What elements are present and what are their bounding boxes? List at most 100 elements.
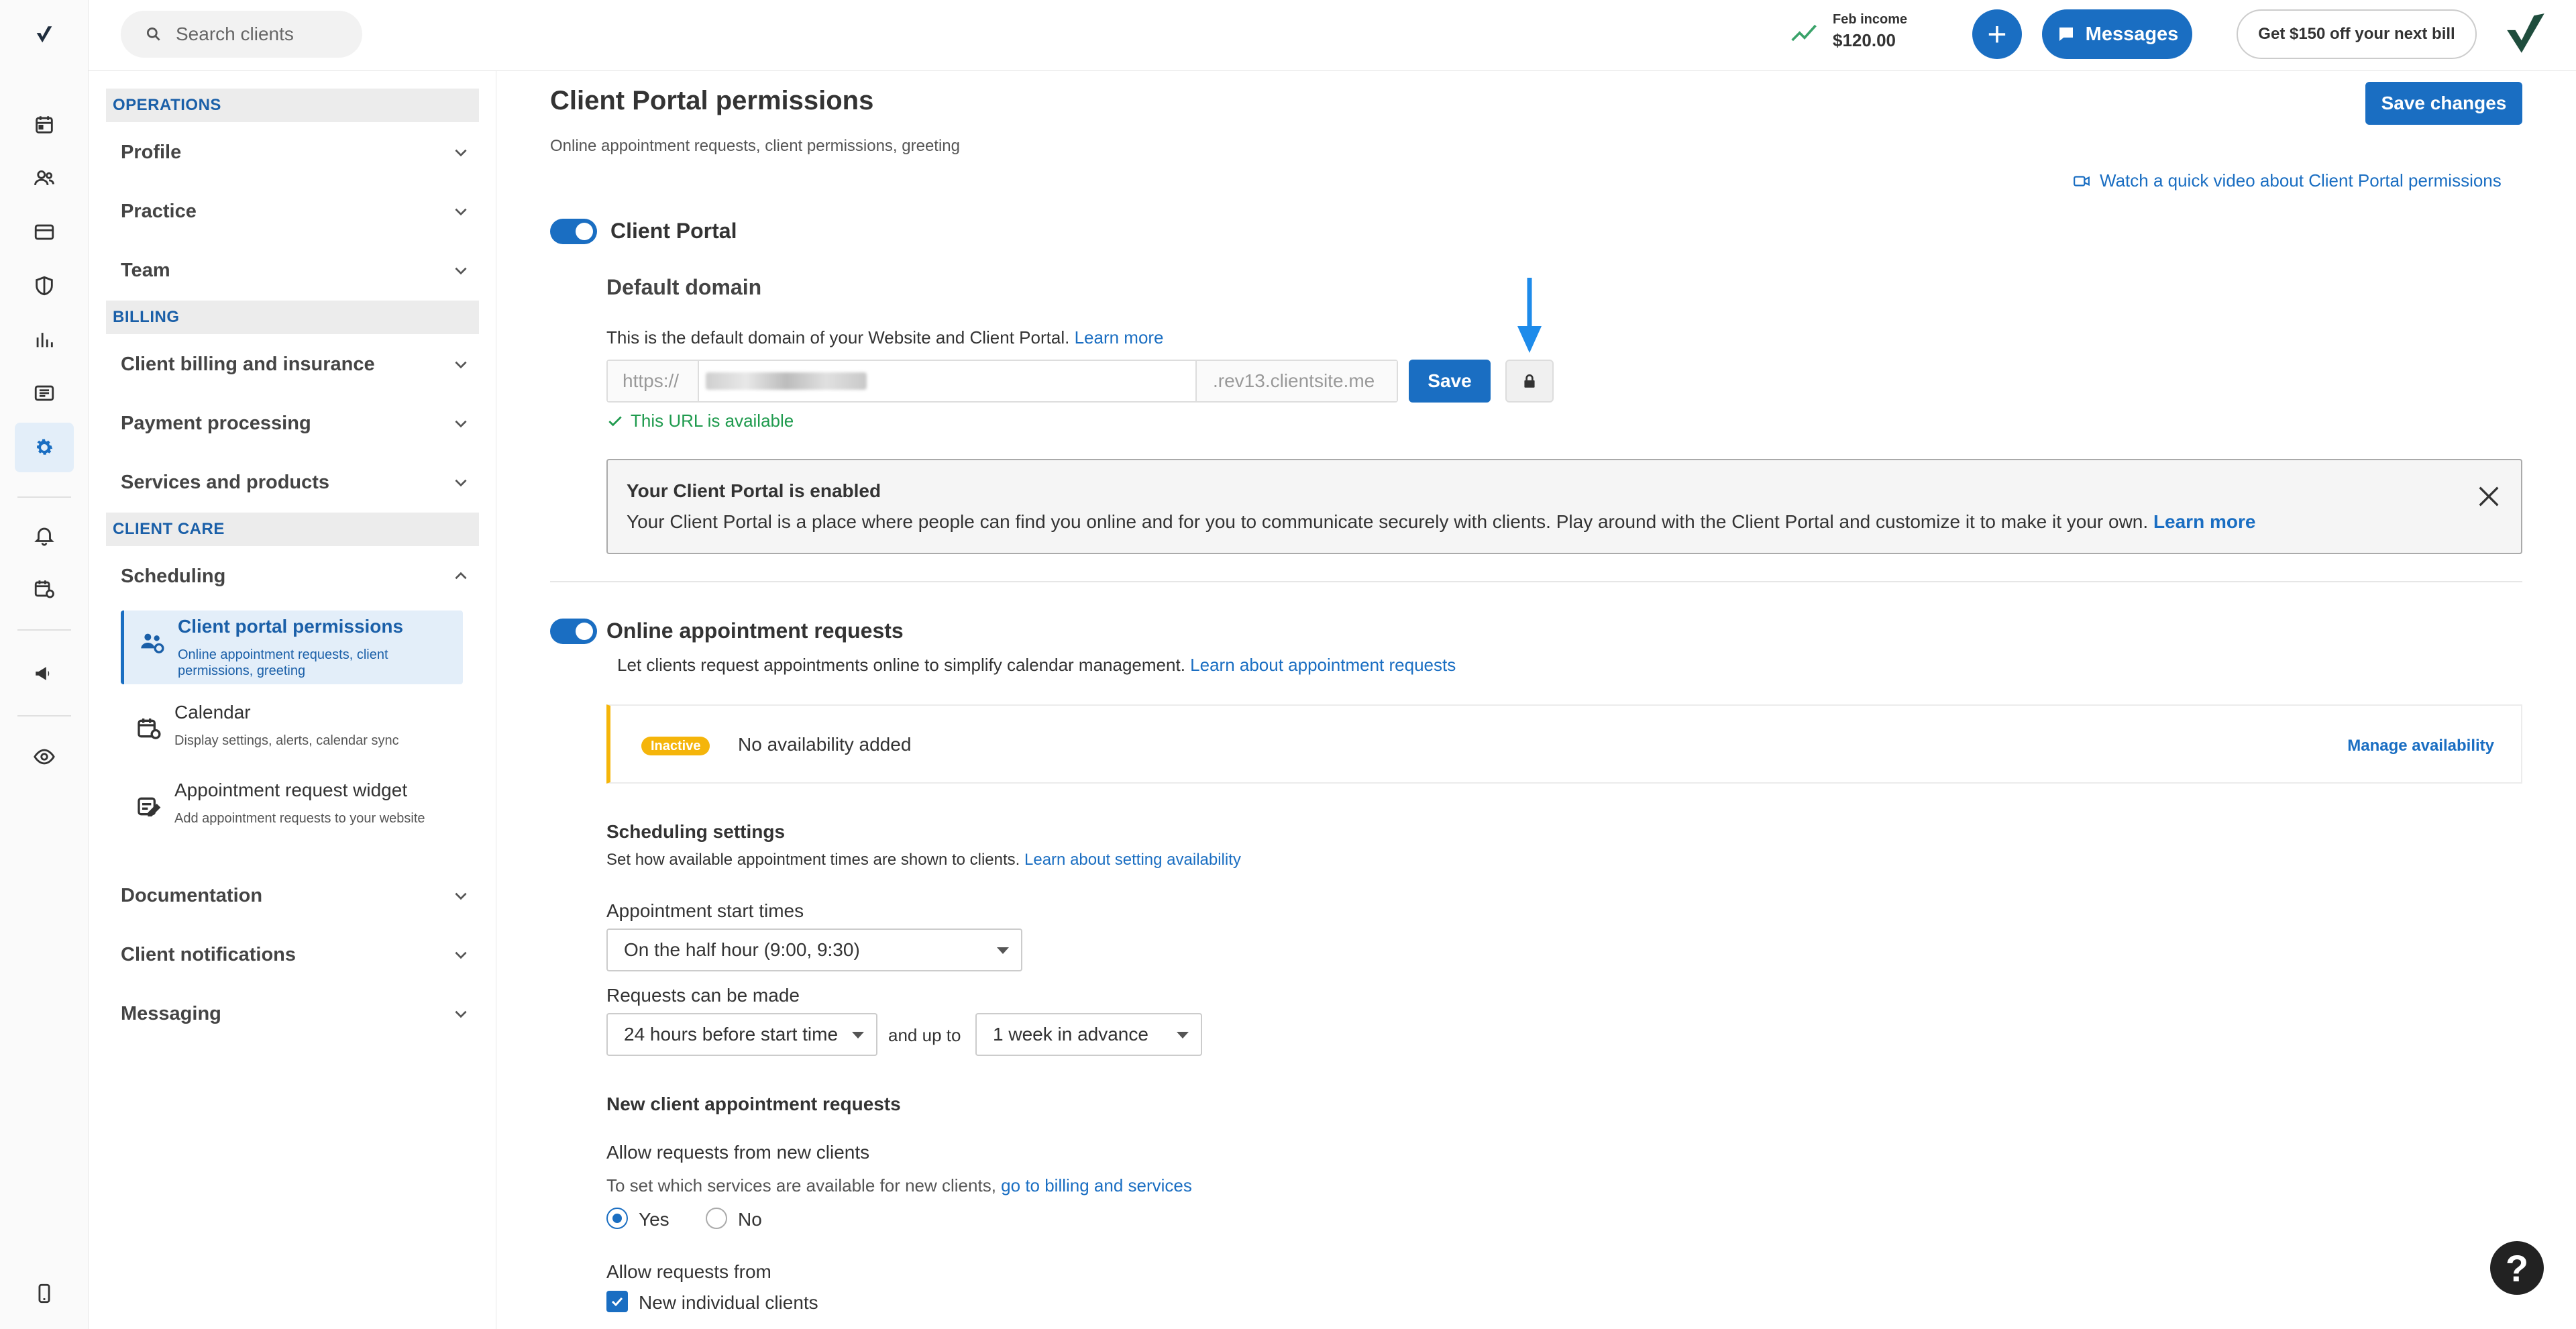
rail-divider [17, 496, 71, 498]
chat-bubble-icon [2059, 28, 2073, 41]
url-available-message: This URL is available [606, 411, 794, 431]
section-heading-operations: OPERATIONS [106, 89, 479, 122]
checkmark-icon [611, 1297, 623, 1307]
nav-item-team[interactable]: Team [121, 254, 470, 287]
page-subtitle: Online appointment requests, client perm… [550, 137, 960, 155]
sub-item-desc: Add appointment requests to your website [174, 811, 425, 826]
requests-min-notice-select[interactable]: 24 hours before start time [606, 1013, 877, 1056]
notice-learn-more-link[interactable]: Learn more [2153, 511, 2256, 532]
billing-card-icon[interactable] [30, 217, 59, 247]
search-placeholder: Search clients [176, 23, 294, 44]
clients-icon[interactable] [30, 164, 59, 193]
top-bar: Search clients Feb income $120.00 + Mess… [89, 0, 2576, 71]
requests-min-value: 24 hours before start time [624, 1024, 839, 1045]
start-times-value: On the half hour (9:00, 9:30) [624, 939, 860, 960]
no-label: No [738, 1209, 762, 1230]
appointment-requests-learn-link[interactable]: Learn about appointment requests [1190, 655, 1456, 675]
messages-label: Messages [2085, 23, 2179, 45]
people-settings-icon [141, 633, 164, 653]
nav-item-client-billing[interactable]: Client billing and insurance [121, 348, 470, 381]
nav-item-documentation[interactable]: Documentation [121, 879, 470, 912]
insurance-shield-icon[interactable] [30, 271, 59, 301]
sub-item-calendar[interactable]: Calendar Display settings, alerts, calen… [121, 696, 463, 758]
caret-down-icon [997, 947, 1009, 954]
help-button[interactable]: ? [2490, 1241, 2544, 1295]
calendar-gear-icon [138, 719, 161, 739]
nav-item-label: Client billing and insurance [121, 353, 375, 375]
domain-url-input[interactable]: https:// .rev13.clientsite.me [606, 360, 1398, 403]
client-portal-label: Client Portal [610, 219, 737, 243]
calendar-settings-icon[interactable] [30, 574, 59, 604]
visibility-eye-icon[interactable] [30, 742, 59, 772]
marketing-megaphone-icon[interactable] [30, 659, 59, 688]
start-times-select[interactable]: On the half hour (9:00, 9:30) [606, 928, 1022, 971]
domain-description-text: This is the default domain of your Websi… [606, 327, 1070, 348]
rail-divider [17, 715, 71, 716]
domain-learn-more-link[interactable]: Learn more [1075, 327, 1164, 348]
promo-button[interactable]: Get $150 off your next bill [2237, 9, 2477, 59]
new-client-requests-heading: New client appointment requests [606, 1094, 901, 1114]
sub-item-client-portal-permissions[interactable]: Client portal permissions Online appoint… [121, 610, 463, 684]
nav-item-profile[interactable]: Profile [121, 136, 470, 169]
allow-new-yes-radio[interactable] [606, 1208, 628, 1229]
availability-status-panel: Inactive No availability added Manage av… [606, 704, 2522, 784]
setting-availability-learn-link[interactable]: Learn about setting availability [1024, 851, 1241, 869]
new-individual-clients-checkbox[interactable] [606, 1291, 628, 1312]
requests-max-value: 1 week in advance [993, 1024, 1148, 1045]
manage-availability-link[interactable]: Manage availability [2347, 737, 2494, 755]
no-availability-text: No availability added [738, 734, 912, 755]
search-input[interactable]: Search clients [121, 11, 362, 58]
online-requests-toggle[interactable] [550, 619, 597, 644]
save-changes-button[interactable]: Save changes [2365, 82, 2522, 125]
online-requests-label: Online appointment requests [606, 619, 904, 643]
nav-item-label: Client notifications [121, 943, 296, 965]
notifications-bell-icon[interactable] [30, 521, 59, 550]
domain-description: This is the default domain of your Websi… [606, 327, 1164, 348]
mobile-app-icon[interactable] [30, 1279, 59, 1308]
services-description: To set which services are available for … [606, 1175, 1192, 1196]
nav-item-messaging[interactable]: Messaging [121, 997, 470, 1030]
chevron-down-icon [455, 208, 467, 216]
close-icon[interactable] [2475, 483, 2502, 510]
inactive-badge: Inactive [641, 737, 710, 755]
nav-item-scheduling[interactable]: Scheduling [121, 560, 470, 593]
nav-item-services-products[interactable]: Services and products [121, 466, 470, 499]
nav-item-client-notifications[interactable]: Client notifications [121, 938, 470, 971]
messages-button[interactable]: Messages [2042, 9, 2192, 59]
calendar-icon[interactable] [30, 110, 59, 140]
income-widget[interactable]: Feb income $120.00 [1833, 12, 1907, 51]
online-requests-description: Let clients request appointments online … [617, 655, 1456, 676]
analytics-icon[interactable] [30, 325, 59, 354]
settings-gear-icon[interactable] [30, 433, 59, 462]
create-new-button[interactable]: + [1972, 9, 2022, 59]
nav-item-label: Team [121, 259, 170, 281]
sub-item-desc: Display settings, alerts, calendar sync [174, 733, 399, 748]
chevron-down-icon [455, 149, 467, 157]
account-logo-icon[interactable] [2501, 9, 2551, 59]
logo-icon[interactable] [30, 20, 59, 50]
allow-new-no-radio[interactable] [706, 1208, 727, 1229]
requests-max-advance-select[interactable]: 1 week in advance [975, 1013, 1202, 1056]
sub-item-appointment-request-widget[interactable]: Appointment request widget Add appointme… [121, 774, 463, 836]
icon-rail [0, 0, 89, 1329]
page-title: Client Portal permissions [550, 86, 874, 115]
domain-save-button[interactable]: Save [1409, 360, 1491, 403]
chevron-down-icon [455, 479, 467, 487]
chevron-down-icon [455, 1010, 467, 1018]
domain-lock-button[interactable] [1505, 360, 1554, 403]
documents-icon[interactable] [30, 378, 59, 408]
lock-icon [1524, 374, 1535, 388]
notice-body-text: Your Client Portal is a place where peop… [627, 511, 2149, 532]
billing-services-link[interactable]: go to billing and services [1001, 1175, 1192, 1195]
url-prefix: https:// [608, 361, 699, 401]
notice-title: Your Client Portal is enabled [627, 480, 881, 501]
chevron-down-icon [455, 892, 467, 900]
nav-item-practice[interactable]: Practice [121, 195, 470, 228]
client-portal-toggle[interactable] [550, 219, 597, 244]
allow-requests-from-label: Allow requests from [606, 1261, 771, 1282]
nav-item-payment-processing[interactable]: Payment processing [121, 407, 470, 440]
yes-label: Yes [639, 1209, 669, 1230]
income-label: Feb income [1833, 12, 1908, 27]
watch-video-link[interactable]: Watch a quick video about Client Portal … [2073, 170, 2502, 191]
url-subdomain-field[interactable] [699, 361, 1195, 401]
